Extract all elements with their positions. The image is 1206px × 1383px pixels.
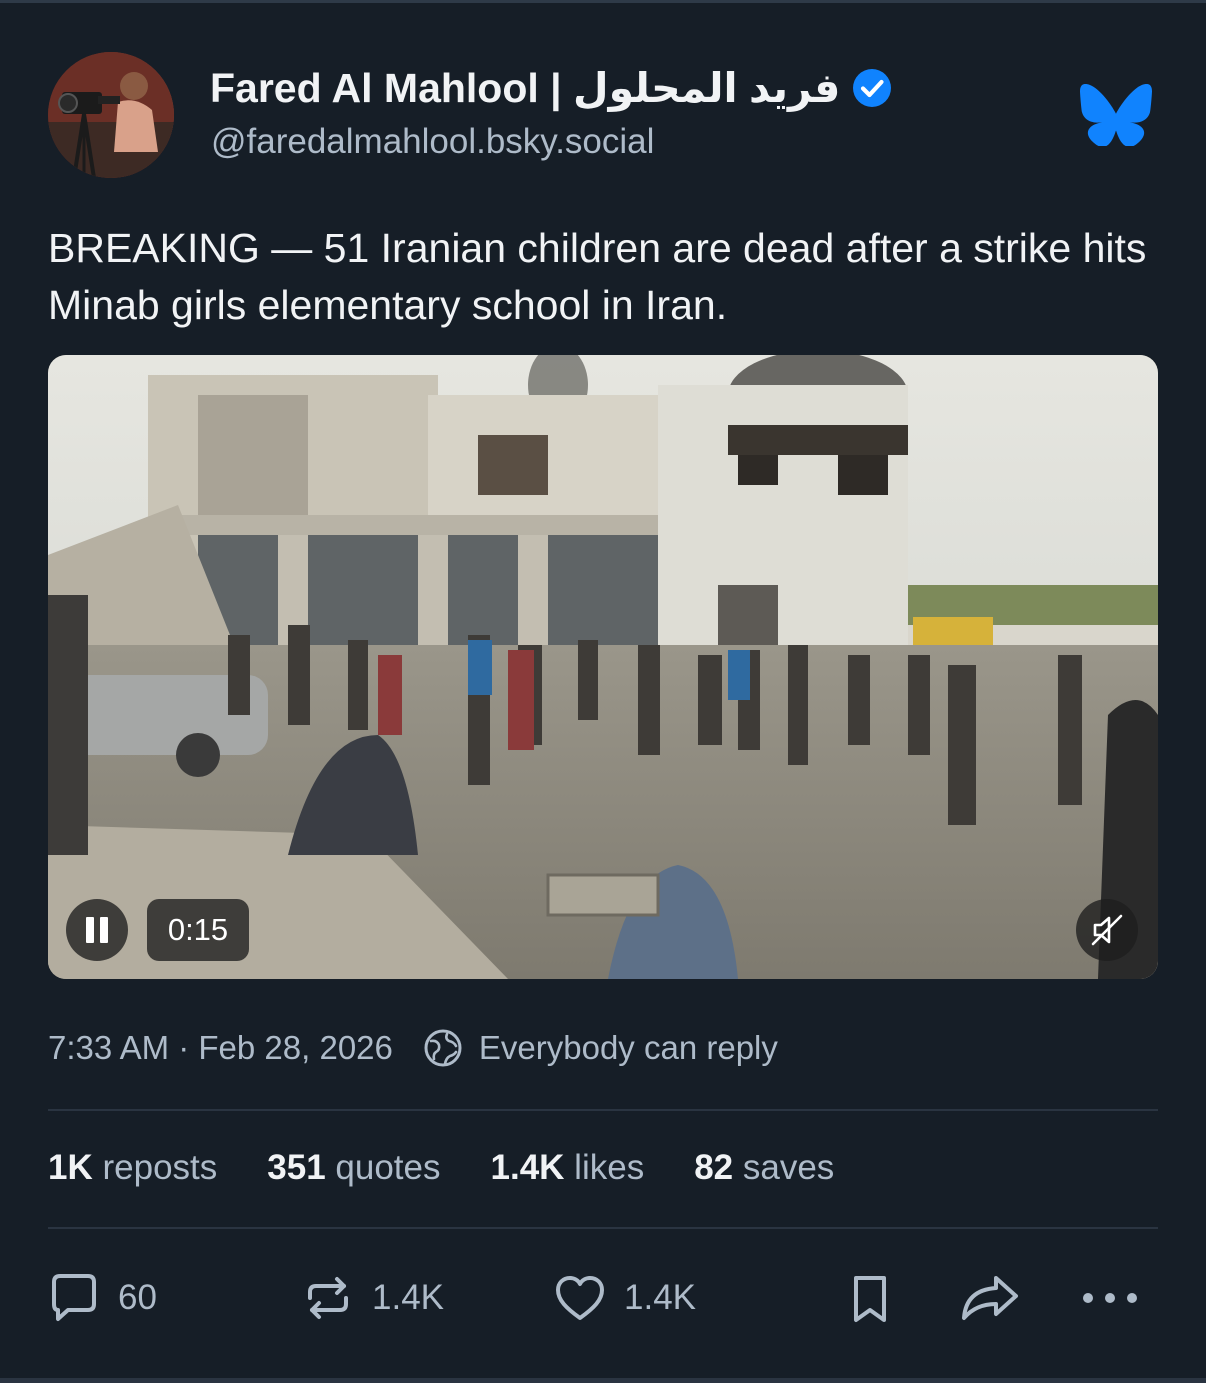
like-count: 1.4K	[624, 1278, 696, 1317]
reposts-stat[interactable]: 1K reposts	[48, 1148, 217, 1188]
bookmark-button[interactable]	[842, 1270, 914, 1326]
stats-bottom-divider	[48, 1227, 1158, 1229]
verified-badge-icon[interactable]	[852, 68, 892, 108]
reply-count: 60	[118, 1278, 157, 1317]
avatar-photographer-icon	[48, 52, 174, 178]
ellipsis-icon	[1083, 1293, 1137, 1303]
post-actions: 60 1.4K 1.4K	[0, 1270, 1206, 1334]
likes-stat-label: likes	[574, 1148, 645, 1187]
quotes-stat-label: quotes	[335, 1148, 441, 1187]
bottom-divider	[0, 1378, 1206, 1383]
bookmark-icon	[854, 1276, 886, 1322]
share-button[interactable]	[958, 1270, 1038, 1326]
top-divider	[0, 0, 1206, 3]
reposts-stat-label: reposts	[102, 1148, 218, 1187]
repost-button[interactable]: 1.4K	[300, 1270, 444, 1326]
author-handle[interactable]: @faredalmahlool.bsky.social	[211, 122, 654, 162]
saves-stat-count: 82	[694, 1148, 734, 1187]
reply-setting-text: Everybody can reply	[478, 1029, 778, 1066]
video-elapsed-time: 0:15	[147, 899, 249, 961]
speaker-muted-icon	[1091, 914, 1123, 946]
video-player[interactable]: 0:15	[48, 355, 1158, 979]
pause-bar-right-icon	[100, 917, 108, 943]
post-text: BREAKING — 51 Iranian children are dead …	[48, 225, 1147, 328]
author-name-text: Fared Al Mahlool | فريد المحلول	[210, 65, 841, 111]
post-meta: 7:33 AM · Feb 28, 2026 Everybody can rep…	[48, 1028, 778, 1068]
avatar[interactable]	[48, 52, 174, 178]
repost-arrows-icon	[308, 1277, 348, 1319]
saves-stat: 82 saves	[694, 1148, 834, 1188]
reposts-stat-count: 1K	[48, 1148, 93, 1187]
unmute-button[interactable]	[1076, 899, 1138, 961]
engagement-stats: 1K reposts 351 quotes 1.4K likes 82 save…	[48, 1148, 884, 1188]
share-arrow-icon	[962, 1276, 1018, 1320]
quotes-stat[interactable]: 351 quotes	[267, 1148, 440, 1188]
stats-top-divider	[48, 1109, 1158, 1111]
speech-bubble-icon	[52, 1274, 96, 1321]
likes-stat-count: 1.4K	[490, 1148, 565, 1187]
saves-stat-label: saves	[742, 1148, 835, 1187]
reply-button[interactable]: 60	[46, 1270, 157, 1326]
pause-button[interactable]	[66, 899, 128, 961]
repost-count: 1.4K	[372, 1278, 444, 1317]
more-options-button[interactable]	[1080, 1270, 1156, 1326]
heart-icon	[556, 1276, 604, 1320]
post-timestamp[interactable]: 7:33 AM · Feb 28, 2026	[48, 1029, 393, 1067]
like-button[interactable]: 1.4K	[552, 1270, 696, 1326]
video-frame	[48, 355, 1158, 979]
pause-bar-left-icon	[86, 917, 94, 943]
author-display-name[interactable]: Fared Al Mahlool | فريد المحلول	[210, 64, 892, 112]
earth-globe-icon	[424, 1029, 462, 1067]
quotes-stat-count: 351	[267, 1148, 326, 1187]
bluesky-butterfly-icon[interactable]	[1080, 84, 1152, 146]
likes-stat[interactable]: 1.4K likes	[491, 1148, 645, 1188]
